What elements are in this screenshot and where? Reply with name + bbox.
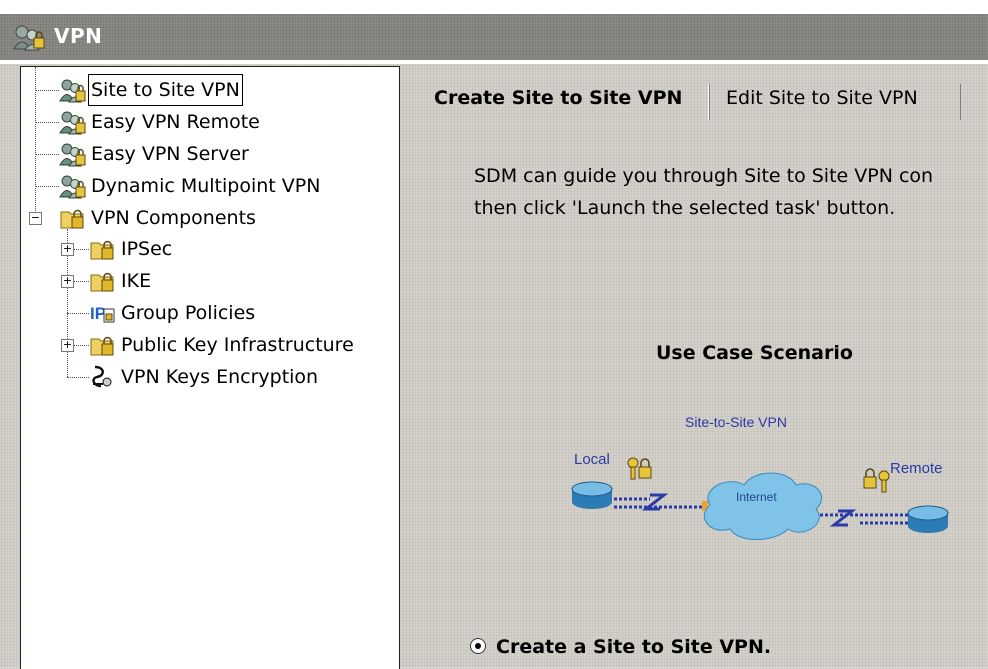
vpn-users-icon [59, 175, 86, 199]
top-strip [0, 0, 988, 14]
tab-create-site-to-site-vpn[interactable]: Create Site to Site VPN [434, 74, 682, 122]
tree-item-label: Public Key Infrastructure [121, 334, 354, 356]
intro-line: SDM can guide you through Site to Site V… [474, 165, 934, 187]
lock-key-icon [863, 468, 890, 493]
navigation-tree[interactable]: Site to Site VPN Easy VPN Remote Easy VP… [20, 66, 400, 669]
tab-label: Create Site to Site VPN [434, 87, 683, 109]
tree-line [35, 154, 59, 155]
tab-label: Edit Site to Site VPN [726, 87, 918, 109]
local-label: Local [574, 451, 610, 468]
local-router-icon [571, 481, 613, 509]
cloud-label: Internet [736, 490, 777, 504]
remote-router-icon [907, 505, 949, 533]
use-case-heading: Use Case Scenario [656, 342, 853, 364]
remote-label: Remote [890, 460, 943, 477]
tree-item-label: VPN Components [91, 207, 256, 229]
title-bar: VPN [0, 14, 988, 60]
lock-folder-icon [90, 272, 114, 292]
intro-line: then click 'Launch the selected task' bu… [474, 197, 896, 219]
lock-folder-icon [60, 209, 84, 229]
create-site-to-site-radio[interactable]: Create a Site to Site VPN. [470, 636, 771, 658]
lock-key-icon [627, 457, 652, 480]
tree-item-label: IKE [121, 270, 152, 292]
tree-item-label: Easy VPN Server [91, 143, 249, 165]
tab-divider [960, 84, 961, 120]
diagram-title: Site-to-Site VPN [685, 414, 787, 430]
tree-item-label: VPN Keys Encryption [121, 366, 319, 388]
tree-line [73, 281, 89, 282]
expand-icon[interactable]: + [61, 275, 74, 288]
window-title: VPN [54, 24, 103, 48]
tab-divider [708, 84, 709, 120]
tree-item-label: Easy VPN Remote [91, 111, 260, 133]
tree-line [35, 122, 59, 123]
ip-policy-icon: IP [90, 304, 115, 323]
vpn-users-icon [59, 111, 86, 135]
tree-line [73, 249, 89, 250]
radio-label: Create a Site to Site VPN. [496, 636, 772, 658]
tree-item-label: Site to Site VPN [88, 74, 243, 106]
tree-item-label: IPSec [121, 238, 173, 260]
expand-icon[interactable]: + [61, 339, 74, 352]
vpn-users-icon [59, 79, 86, 103]
internet-cloud-icon: Internet [703, 472, 823, 540]
lock-folder-icon [90, 336, 114, 356]
tree-line [35, 186, 59, 187]
tree-line [35, 90, 59, 91]
tab-edit-site-to-site-vpn[interactable]: Edit Site to Site VPN [726, 74, 918, 122]
expand-icon[interactable]: + [61, 243, 74, 256]
intro-text: SDM can guide you through Site to Site V… [474, 160, 933, 224]
lock-folder-icon [90, 240, 114, 260]
tree-item-label: Group Policies [121, 302, 256, 324]
tree-item-label: Dynamic Multipoint VPN [91, 175, 321, 197]
collapse-icon[interactable]: − [29, 212, 42, 225]
vpn-users-icon [13, 25, 45, 51]
tree-line [67, 313, 89, 314]
tree-line [73, 345, 89, 346]
vpn-users-icon [59, 143, 86, 167]
site-to-site-diagram: Site-to-Site VPN Local Remote Internet [571, 414, 949, 540]
tab-strip: Create Site to Site VPN Edit Site to Sit… [420, 74, 988, 124]
tree-line [67, 377, 89, 378]
keys-encryption-icon [92, 365, 112, 388]
radio-button[interactable] [470, 638, 486, 654]
